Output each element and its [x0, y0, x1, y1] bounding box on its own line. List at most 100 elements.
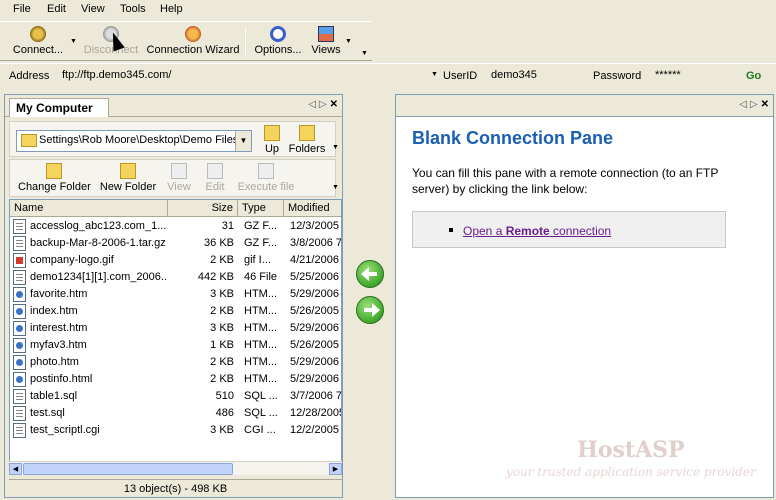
edit-button[interactable]: Edit — [200, 163, 230, 193]
download-arrow-icon[interactable] — [356, 260, 384, 288]
address-input[interactable]: ftp://ftp.demo345.com/ — [57, 67, 429, 85]
file-size: 3 KB — [210, 424, 234, 436]
gear-icon — [270, 26, 286, 42]
go-button[interactable]: Go — [746, 70, 761, 82]
file-size: 2 KB — [210, 305, 234, 317]
file-modified: 5/29/2006 — [290, 322, 339, 334]
table-row[interactable]: photo.htm 2 KB HTM... 5/29/2006 — [10, 354, 341, 371]
local-path-combo[interactable]: Settings\Rob Moore\Desktop\Demo Files ▼ — [16, 130, 252, 152]
folders-icon — [299, 125, 315, 141]
address-dropdown-arrow-icon[interactable]: ▼ — [431, 71, 438, 78]
table-row[interactable]: accesslog_abc123.com_1... 31 GZ F... 12/3/2… — [10, 218, 341, 235]
close-icon[interactable]: ✕ — [761, 99, 769, 110]
file-modified: 5/25/2006 — [290, 271, 339, 283]
scroll-right-arrow-icon[interactable]: ▶ — [329, 463, 342, 475]
views-button[interactable]: Views — [309, 26, 343, 60]
column-header-size[interactable]: Size — [168, 200, 238, 217]
blank-pane-description: You can fill this pane with a remote con… — [412, 166, 719, 196]
password-input[interactable]: ****** — [650, 67, 735, 85]
menu-bar: File Edit View Tools Help — [0, 0, 776, 20]
local-path-text: Settings\Rob Moore\Desktop\Demo Files — [39, 134, 239, 146]
open-remote-connection-link[interactable]: Open a Remote connection — [463, 224, 611, 238]
action-toolbar-chevron-icon[interactable]: ▼ — [332, 184, 339, 191]
folders-button[interactable]: Folders — [288, 125, 326, 155]
userid-input[interactable]: demo345 — [486, 67, 586, 85]
horizontal-scrollbar[interactable]: ◀ ▶ — [9, 461, 342, 475]
local-pane: My Computer ◁▷✕ Settings\Rob Moore\Deskt… — [4, 94, 343, 498]
views-dropdown-arrow-icon[interactable]: ▼ — [345, 38, 352, 45]
file-type: HTM... — [244, 373, 277, 385]
up-button[interactable]: Up — [260, 125, 284, 155]
views-icon — [318, 26, 334, 42]
scroll-right-icon[interactable]: ▷ — [750, 99, 761, 110]
table-row[interactable]: table1.sql 510 SQL ... 3/7/2006 7 — [10, 388, 341, 405]
file-size: 2 KB — [210, 373, 234, 385]
file-size: 36 KB — [204, 237, 234, 249]
close-icon[interactable]: ✕ — [330, 99, 338, 110]
file-type: SQL ... — [244, 407, 278, 419]
file-name: photo.htm — [30, 356, 79, 368]
menu-help[interactable]: Help — [160, 3, 183, 15]
view-button[interactable]: View — [164, 163, 194, 193]
file-type: HTM... — [244, 322, 277, 334]
table-row[interactable]: myfav3.htm 1 KB HTM... 5/26/2005 — [10, 337, 341, 354]
remote-pane-header: ◁▷✕ — [396, 95, 773, 117]
menu-edit[interactable]: Edit — [47, 3, 66, 15]
column-header-name[interactable]: Name — [10, 200, 168, 217]
file-modified: 12/3/2005 — [290, 220, 339, 232]
new-folder-button[interactable]: New Folder — [98, 163, 158, 193]
table-row[interactable]: backup-Mar-8-2006-1.tar.gz 36 KB GZ F... 3/… — [10, 235, 341, 252]
table-row[interactable]: test.sql 486 SQL ... 12/28/2005 — [10, 405, 341, 422]
menu-file[interactable]: File — [13, 3, 31, 15]
connect-button[interactable]: Connect... — [6, 26, 70, 60]
table-row[interactable]: test_scriptl.cgi 3 KB CGI ... 12/2/2005 — [10, 422, 341, 439]
menu-tools[interactable]: Tools — [120, 3, 146, 15]
scroll-left-icon[interactable]: ◁ — [739, 99, 750, 110]
file-name: accesslog_abc123.com_1... — [30, 220, 166, 232]
table-row[interactable]: demo1234[1][1].com_2006... 442 KB 46 File 5… — [10, 269, 341, 286]
file-icon — [13, 253, 26, 268]
table-row[interactable]: company-logo.gif 2 KB gif I... 4/21/2006 — [10, 252, 341, 269]
column-header-type[interactable]: Type — [238, 200, 284, 217]
chevron-down-icon[interactable]: ▼ — [235, 131, 251, 151]
file-size: 3 KB — [210, 322, 234, 334]
options-button[interactable]: Options... — [251, 26, 305, 60]
connect-dropdown-arrow-icon[interactable]: ▼ — [70, 38, 77, 45]
file-type: gif I... — [244, 254, 271, 266]
file-name: test_scriptl.cgi — [30, 424, 100, 436]
file-type: CGI ... — [244, 424, 276, 436]
file-modified: 5/29/2006 — [290, 288, 339, 300]
menu-view[interactable]: View — [81, 3, 105, 15]
column-header-modified[interactable]: Modified — [284, 200, 341, 217]
watermark-tagline: your trusted application service provide… — [506, 465, 756, 479]
scrollbar-thumb[interactable] — [23, 463, 233, 475]
table-row[interactable]: index.htm 2 KB HTM... 5/26/2005 — [10, 303, 341, 320]
tab-my-computer[interactable]: My Computer — [9, 98, 109, 117]
change-folder-icon — [46, 163, 62, 179]
scroll-left-arrow-icon[interactable]: ◀ — [9, 463, 22, 475]
file-type: 46 File — [244, 271, 278, 283]
upload-arrow-icon[interactable] — [356, 296, 384, 324]
file-icon — [13, 389, 26, 404]
watermark-brand: HostASP — [577, 437, 685, 463]
connect-icon — [30, 26, 46, 42]
file-size: 2 KB — [210, 356, 234, 368]
nav-toolbar-chevron-icon[interactable]: ▼ — [332, 144, 339, 151]
local-pane-header: My Computer ◁▷✕ — [5, 95, 342, 117]
file-icon — [13, 406, 26, 421]
table-row[interactable]: postinfo.html 2 KB HTM... 5/29/2006 — [10, 371, 341, 388]
connection-wizard-button[interactable]: Connection Wizard — [146, 26, 240, 60]
bullet-icon — [449, 228, 453, 232]
toolbar-chevron-icon[interactable]: ▼ — [361, 50, 368, 57]
table-row[interactable]: favorite.htm 3 KB HTM... 5/29/2006 — [10, 286, 341, 303]
scroll-left-icon[interactable]: ◁ — [308, 99, 319, 110]
execute-file-button[interactable]: Execute file — [236, 163, 296, 193]
edit-icon — [207, 163, 223, 179]
file-size: 2 KB — [210, 254, 234, 266]
watermark-logo: HostASP your trusted application service… — [506, 437, 756, 479]
change-folder-button[interactable]: Change Folder — [18, 163, 91, 193]
table-row[interactable]: interest.htm 3 KB HTM... 5/29/2006 — [10, 320, 341, 337]
scroll-right-icon[interactable]: ▷ — [319, 99, 330, 110]
local-file-list: Name Size Type Modified accesslog_abc123… — [9, 199, 342, 475]
file-name: favorite.htm — [30, 288, 88, 300]
